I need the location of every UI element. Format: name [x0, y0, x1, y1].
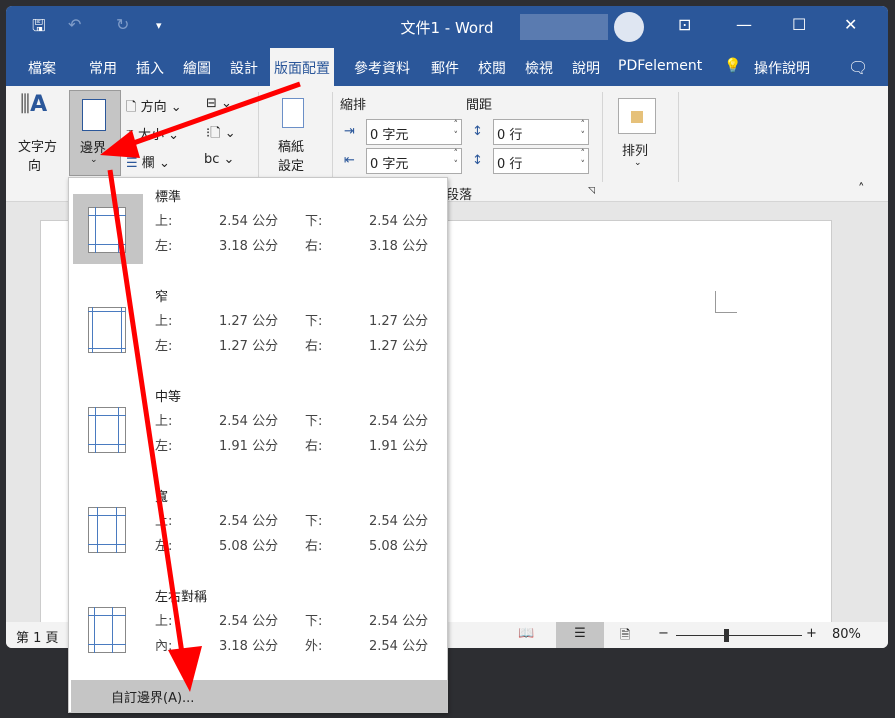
annotation-arrows [100, 81, 301, 692]
arrow-line-1 [124, 81, 301, 149]
arrow-head-1 [100, 130, 140, 158]
arrow-head-2 [168, 646, 202, 692]
arrow-line-2 [107, 169, 186, 661]
